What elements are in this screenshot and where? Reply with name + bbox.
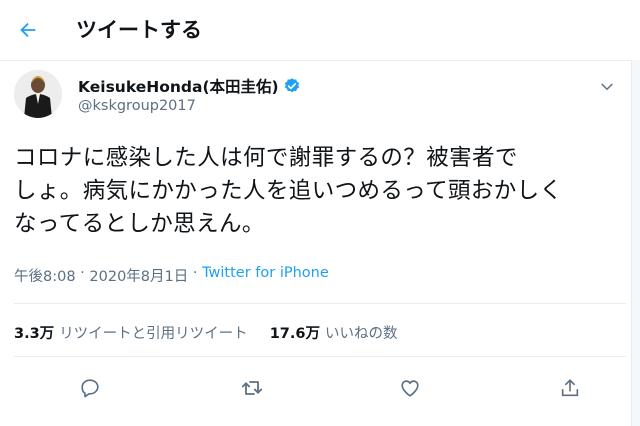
page-header: ツイートする <box>0 0 640 61</box>
chevron-down-icon <box>601 83 613 91</box>
retweets-label: リツイートと引用リツイート <box>59 326 248 342</box>
meta-separator: · <box>75 265 90 281</box>
back-button[interactable] <box>12 14 44 46</box>
page-title: ツイートする <box>76 18 202 42</box>
tweet-date[interactable]: 2020年8月1日 <box>89 265 188 286</box>
meta-separator: · <box>188 265 203 281</box>
retweets-stat[interactable]: 3.3万 リツイートと引用リツイート <box>14 322 248 343</box>
tweet-stats: 3.3万 リツイートと引用リツイート 17.6万 いいねの数 <box>14 322 397 343</box>
profile-photo <box>14 70 62 118</box>
share-button[interactable] <box>550 368 590 408</box>
scrollbar[interactable] <box>631 60 640 426</box>
reply-button[interactable] <box>70 368 110 408</box>
share-icon <box>561 379 579 397</box>
likes-label: いいねの数 <box>324 326 398 342</box>
tweet-time[interactable]: 午後8:08 <box>14 265 76 286</box>
tweet-text: コロナに感染した人は何で謝罪するの？被害者で しょ。病気にかかった人を追いつめる… <box>14 145 563 237</box>
retweet-button[interactable] <box>232 368 272 408</box>
retweet-icon <box>241 381 263 395</box>
action-bar <box>14 368 614 408</box>
avatar[interactable] <box>14 70 62 118</box>
tweet-meta: 午後8:08 · 2020年8月1日 · Twitter for iPhone <box>14 265 329 286</box>
divider <box>14 303 626 304</box>
likes-count: 17.6万 <box>269 326 320 342</box>
likes-stat[interactable]: 17.6万 いいねの数 <box>270 322 398 343</box>
more-options-button[interactable] <box>598 78 616 96</box>
author-handle[interactable]: @kskgroup2017 <box>78 98 196 114</box>
reply-icon <box>81 379 99 398</box>
display-name[interactable]: KeisukeHonda(本田圭佑) <box>78 75 279 97</box>
arrow-left-icon <box>20 22 36 38</box>
retweets-count: 3.3万 <box>14 326 55 342</box>
author-name-row[interactable]: KeisukeHonda(本田圭佑) <box>78 75 301 97</box>
like-button[interactable] <box>390 368 430 408</box>
divider <box>14 356 626 357</box>
verified-badge-icon <box>284 78 299 93</box>
tweet-source-link[interactable]: Twitter for iPhone <box>202 265 329 286</box>
like-icon <box>401 380 419 397</box>
